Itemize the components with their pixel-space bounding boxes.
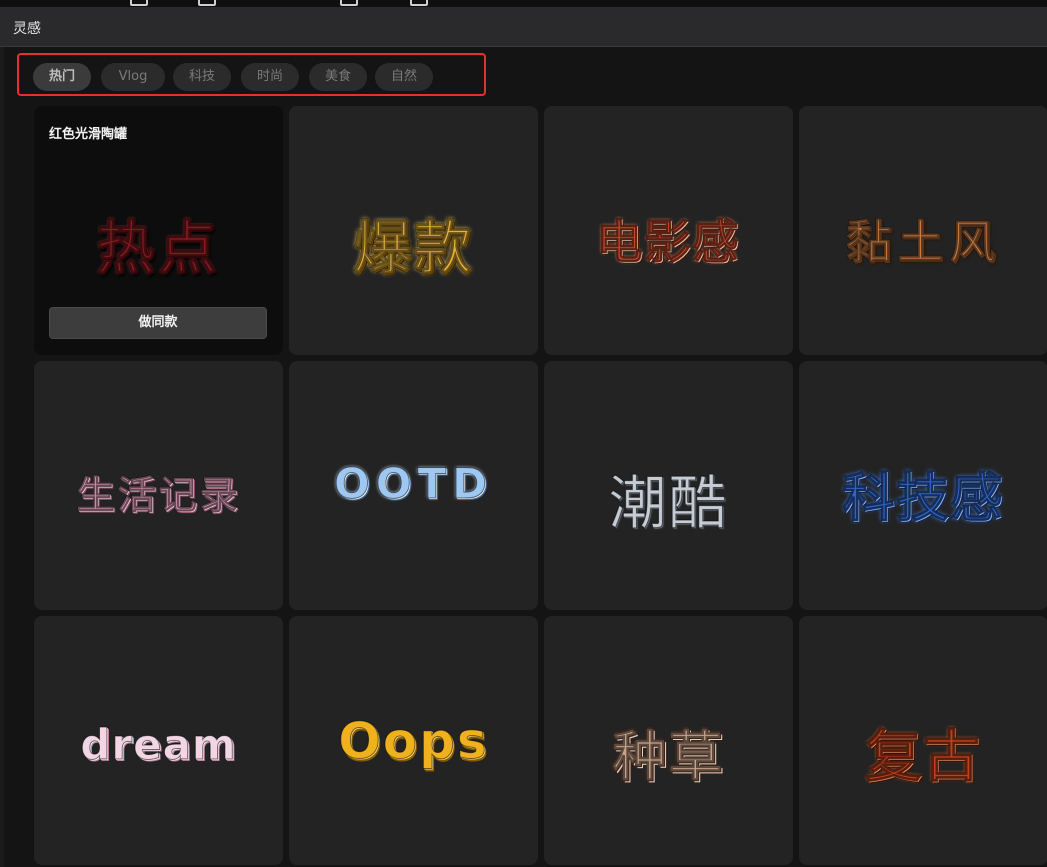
template-card[interactable]: 黏土风 — [799, 106, 1047, 355]
text-effect-preview: 电影感 — [596, 215, 741, 270]
toolbar-icon[interactable] — [130, 0, 148, 6]
template-card[interactable]: 潮酷 — [544, 361, 793, 610]
template-card[interactable]: OOTD — [289, 361, 538, 610]
text-effect-preview: 科技感 — [842, 469, 1005, 530]
tab-nature[interactable]: 自然 — [375, 63, 433, 91]
tab-vlog[interactable]: Vlog — [101, 63, 165, 91]
left-edge-divider — [0, 47, 4, 867]
template-card[interactable]: dream — [34, 616, 283, 865]
text-effect-preview: 黏土风 — [845, 215, 1002, 270]
text-effect-preview: OOTD — [334, 459, 493, 509]
tab-fashion[interactable]: 时尚 — [241, 63, 299, 91]
template-name: 红色光滑陶罐 — [49, 127, 128, 142]
text-effect-preview: 复古 — [865, 725, 982, 791]
text-effect-preview: 爆款 — [353, 214, 474, 283]
text-effect-preview: 生活记录 — [76, 473, 241, 518]
template-card[interactable]: 种草 — [544, 616, 793, 865]
template-card[interactable]: Oops — [289, 616, 538, 865]
template-card[interactable]: 生活记录 — [34, 361, 283, 610]
panel-title: 灵感 — [13, 21, 41, 37]
tab-food[interactable]: 美食 — [309, 63, 367, 91]
tab-tech[interactable]: 科技 — [173, 63, 231, 91]
template-card[interactable]: 科技感 — [799, 361, 1047, 610]
toolbar-icon[interactable] — [410, 0, 428, 6]
text-effect-preview: dream — [80, 720, 237, 770]
make-same-button[interactable]: 做同款 — [49, 307, 267, 339]
panel-header: 灵感 — [0, 7, 1047, 47]
text-effect-preview: 潮酷 — [608, 469, 729, 538]
template-card[interactable]: 红色光滑陶罐 热点 做同款 — [34, 106, 283, 355]
text-effect-preview: 热点 — [96, 214, 221, 283]
tab-hot[interactable]: 热门 — [33, 63, 91, 91]
template-card[interactable]: 爆款 — [289, 106, 538, 355]
toolbar-icon[interactable] — [340, 0, 358, 6]
toolbar-icon[interactable] — [198, 0, 216, 6]
top-toolbar-strip — [0, 0, 1047, 7]
category-tabs: 热门 Vlog 科技 时尚 美食 自然 — [17, 53, 486, 96]
template-card[interactable]: 电影感 — [544, 106, 793, 355]
template-card[interactable]: 复古 — [799, 616, 1047, 865]
text-effect-preview: 种草 — [612, 725, 725, 789]
text-effect-preview: Oops — [338, 712, 489, 771]
